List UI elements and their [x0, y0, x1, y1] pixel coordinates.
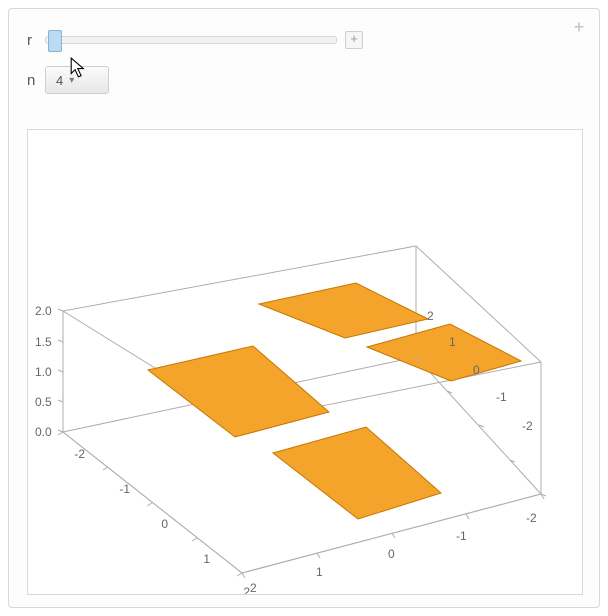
r-slider[interactable]	[45, 36, 337, 44]
n-dropdown-value: 4	[56, 73, 63, 88]
svg-text:2.0: 2.0	[35, 304, 52, 318]
svg-text:1: 1	[203, 552, 210, 566]
svg-text:2: 2	[250, 581, 257, 594]
r-slider-thumb[interactable]	[48, 30, 62, 52]
x-axis-ticks: -2 -1 0 1 2	[58, 432, 250, 594]
z-axis-ticks: 0.0 0.5 1.0 1.5 2.0	[35, 304, 63, 439]
svg-text:-2: -2	[526, 511, 537, 525]
r-label: r	[27, 32, 45, 49]
svg-text:0.5: 0.5	[35, 395, 52, 409]
svg-text:1: 1	[449, 335, 456, 349]
slider-expand-button[interactable]: +	[345, 31, 363, 49]
svg-text:-1: -1	[456, 529, 467, 543]
plot-3d[interactable]: 0.0 0.5 1.0 1.5 2.0 -2 -1 0 1 2	[27, 129, 583, 595]
svg-text:-1: -1	[496, 390, 507, 404]
svg-text:0: 0	[388, 547, 395, 561]
plus-icon: +	[574, 17, 585, 37]
control-row-n: n 4 ▾	[27, 67, 581, 93]
chevron-down-icon: ▾	[69, 75, 74, 86]
svg-text:2: 2	[427, 309, 434, 323]
plus-icon: +	[350, 31, 358, 46]
panel-options-button[interactable]: +	[571, 19, 587, 35]
surfaces	[148, 283, 521, 519]
n-dropdown[interactable]: 4 ▾	[45, 66, 109, 94]
svg-text:0: 0	[161, 517, 168, 531]
svg-text:0: 0	[473, 363, 480, 377]
svg-text:1: 1	[316, 565, 323, 579]
control-row-r: r +	[27, 27, 581, 53]
y-axis-ticks: -2 -1 0 1 2	[242, 494, 544, 594]
svg-text:-2: -2	[74, 447, 85, 461]
n-label: n	[27, 72, 45, 89]
svg-text:0.0: 0.0	[35, 425, 52, 439]
svg-text:1.5: 1.5	[35, 335, 52, 349]
controls-area: r + n 4 ▾	[9, 9, 599, 113]
svg-text:-1: -1	[119, 482, 130, 496]
manipulate-panel: + r + n 4 ▾	[8, 8, 600, 608]
svg-text:-2: -2	[522, 419, 533, 433]
svg-text:1.0: 1.0	[35, 365, 52, 379]
